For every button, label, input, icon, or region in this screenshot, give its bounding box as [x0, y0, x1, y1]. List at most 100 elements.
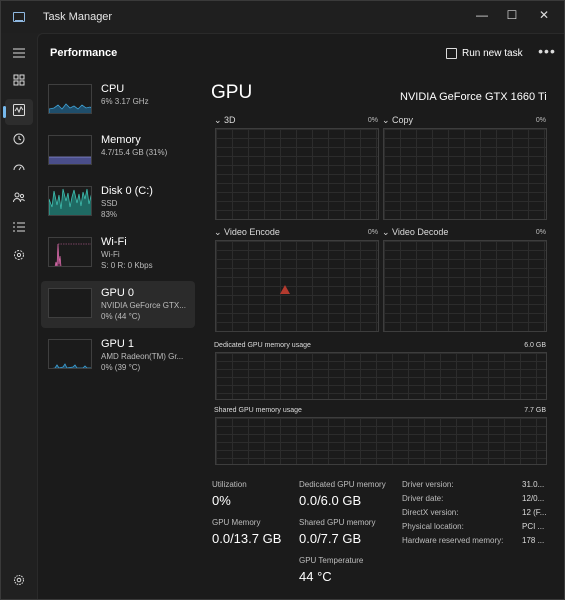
page-title: Performance: [50, 47, 118, 59]
hardware-reserved-memory-value: 178 ...: [522, 536, 545, 545]
device-detail: NVIDIA GeForce GTX...: [101, 301, 186, 310]
driver-version-label: Driver version:: [402, 480, 454, 489]
details-icon[interactable]: [5, 215, 33, 241]
engine-percent: 0%: [535, 229, 546, 236]
window-title: Task Manager: [43, 11, 113, 23]
device-gpu-0[interactable]: GPU 0 NVIDIA GeForce GTX... 0% (44 °C): [41, 281, 195, 328]
device-detail: SSD: [101, 199, 118, 208]
physical-location-label: Physical location:: [402, 522, 464, 531]
device-name: Wi-Fi: [101, 236, 127, 248]
gpu-memory-label: GPU Memory: [212, 518, 261, 527]
device-name: Disk 0 (C:): [101, 185, 153, 197]
close-button[interactable]: ✕: [529, 5, 559, 25]
chevron-down-icon: ⌄: [214, 227, 225, 237]
device-detail: 6% 3.17 GHz: [101, 97, 149, 106]
app-history-icon[interactable]: [5, 128, 33, 154]
detail-title: GPU: [211, 82, 253, 103]
shared-memory-label: Shared GPU memory: [299, 518, 376, 527]
maximize-button[interactable]: ☐: [497, 5, 527, 25]
driver-date-label: Driver date:: [402, 494, 444, 503]
device-name: CPU: [101, 83, 125, 95]
device-list: CPU 6% 3.17 GHz Memory 4.7/15.4 GB (31%)…: [41, 77, 195, 383]
shared-memory-graph-label: Shared GPU memory usage: [214, 407, 302, 414]
task-manager-window: Task Manager — ☐ ✕ Performance Run new t…: [0, 0, 565, 600]
graph-3d: [215, 128, 379, 220]
users-icon[interactable]: [5, 186, 33, 212]
title-bar: Task Manager — ☐ ✕: [1, 1, 564, 33]
device-detail-secondary: S: 0 R: 0 Kbps: [101, 261, 153, 270]
driver-version-value: 31.0...: [522, 480, 545, 489]
gpu-memory-value: 0.0/13.7 GB: [212, 531, 282, 546]
device-disk-0[interactable]: Disk 0 (C:) SSD 83%: [41, 179, 195, 226]
engine-selector-video-decode[interactable]: ⌄ Video Decode: [382, 227, 448, 238]
device-detail: AMD Radeon(TM) Gr...: [101, 352, 184, 361]
engine-selector-video-encode[interactable]: ⌄ Video Encode: [214, 227, 280, 238]
gpu-temperature-value: 44 °C: [299, 569, 332, 584]
run-task-icon: [446, 48, 457, 59]
startup-apps-icon[interactable]: [5, 157, 33, 183]
memory-thumbnail-graph: [48, 135, 92, 165]
engine-label: Video Encode: [224, 227, 280, 237]
chevron-down-icon: ⌄: [214, 115, 225, 125]
gpu-model-name: NVIDIA GeForce GTX 1660 Ti: [400, 91, 547, 103]
device-name: GPU 0: [101, 287, 135, 299]
hamburger-menu-icon[interactable]: [5, 41, 33, 67]
device-detail: 4.7/15.4 GB (31%): [101, 148, 168, 157]
directx-version-label: DirectX version:: [402, 508, 459, 517]
engine-percent: 0%: [535, 117, 546, 124]
dedicated-memory-graph-label: Dedicated GPU memory usage: [214, 342, 311, 349]
gpu1-thumbnail-graph: [48, 339, 92, 369]
shared-memory-value: 0.0/7.7 GB: [299, 531, 362, 546]
engine-label: Copy: [392, 115, 414, 125]
navigation-rail: [1, 33, 37, 599]
device-gpu-1[interactable]: GPU 1 AMD Radeon(TM) Gr... 0% (39 °C): [41, 332, 195, 379]
gpu0-thumbnail-graph: [48, 288, 92, 318]
driver-date-value: 12/0...: [522, 494, 545, 503]
device-memory[interactable]: Memory 4.7/15.4 GB (31%): [41, 128, 195, 175]
performance-page: Performance Run new task ••• CPU 6% 3.17…: [37, 33, 564, 599]
processes-icon[interactable]: [5, 69, 33, 95]
device-cpu[interactable]: CPU 6% 3.17 GHz: [41, 77, 195, 124]
utilization-label: Utilization: [212, 480, 247, 489]
gpu-temperature-label: GPU Temperature: [299, 556, 364, 565]
run-new-task-label: Run new task: [462, 48, 523, 59]
chevron-down-icon: ⌄: [382, 227, 393, 237]
graph-copy: [383, 128, 547, 220]
device-detail-secondary: 0% (44 °C): [101, 312, 141, 321]
dedicated-memory-max: 6.0 GB: [524, 342, 546, 349]
task-manager-app-icon: [13, 12, 25, 22]
shared-memory-graph: [215, 417, 547, 465]
cpu-thumbnail-graph: [48, 84, 92, 114]
dedicated-memory-graph: [215, 352, 547, 400]
disk-thumbnail-graph: [48, 186, 92, 216]
physical-location-value: PCI ...: [522, 522, 545, 531]
graph-video-decode: [383, 240, 547, 332]
settings-gear-icon[interactable]: [5, 569, 33, 595]
device-wifi[interactable]: Wi-Fi Wi-Fi S: 0 R: 0 Kbps: [41, 230, 195, 277]
engine-percent: 0%: [367, 117, 378, 124]
engine-selector-3d[interactable]: ⌄ 3D: [214, 115, 236, 126]
services-icon[interactable]: [5, 244, 33, 270]
device-detail-secondary: 0% (39 °C): [101, 363, 141, 372]
chevron-down-icon: ⌄: [382, 115, 393, 125]
shared-memory-max: 7.7 GB: [524, 407, 546, 414]
device-name: GPU 1: [101, 338, 135, 350]
more-options-icon[interactable]: •••: [536, 43, 558, 65]
dedicated-memory-label: Dedicated GPU memory: [299, 480, 386, 489]
mouse-cursor-icon: [280, 285, 290, 294]
engine-percent: 0%: [367, 229, 378, 236]
run-new-task-button[interactable]: Run new task: [442, 43, 523, 65]
wifi-thumbnail-graph: [48, 237, 92, 267]
performance-icon[interactable]: [3, 99, 33, 125]
hardware-reserved-memory-label: Hardware reserved memory:: [402, 536, 504, 545]
device-detail: Wi-Fi: [101, 250, 120, 259]
engine-label: Video Decode: [392, 227, 449, 237]
directx-version-value: 12 (F...: [522, 508, 547, 517]
minimize-button[interactable]: —: [467, 5, 497, 25]
device-name: Memory: [101, 134, 141, 146]
dedicated-memory-value: 0.0/6.0 GB: [299, 493, 362, 508]
engine-selector-copy[interactable]: ⌄ Copy: [382, 115, 413, 126]
engine-label: 3D: [224, 115, 236, 125]
device-detail-secondary: 83%: [101, 210, 118, 219]
graph-video-encode: [215, 240, 379, 332]
